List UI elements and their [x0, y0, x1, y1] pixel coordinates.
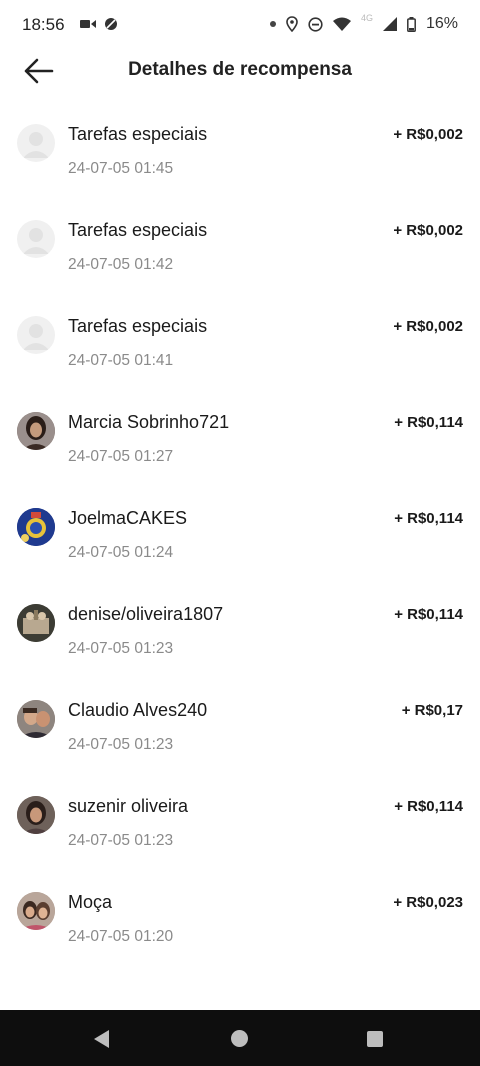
reward-timestamp: 24-07-05 01:20 [68, 928, 174, 945]
reward-source-name: Tarefas especiais [68, 316, 208, 336]
reward-item[interactable]: JoelmaCAKES 24-07-05 01:24 + R$0,114 [0, 484, 480, 580]
reward-amount: + R$0,17 [401, 702, 463, 719]
reward-amount: + R$0,114 [394, 798, 463, 815]
battery-icon [407, 16, 416, 32]
reward-source-name: Tarefas especiais [68, 220, 208, 240]
reward-timestamp: 24-07-05 01:24 [68, 544, 174, 561]
avatar-photo [17, 412, 55, 450]
reward-timestamp: 24-07-05 01:41 [68, 352, 174, 369]
network-type: 4G [360, 13, 373, 23]
signal-icon [382, 17, 397, 31]
status-time: 18:56 [22, 15, 65, 34]
reward-amount: + R$0,002 [393, 126, 463, 143]
video-icon [80, 20, 96, 28]
reward-item[interactable]: denise/oliveira1807 24-07-05 01:23 + R$0… [0, 580, 480, 676]
reward-timestamp: 24-07-05 01:45 [68, 160, 174, 177]
reward-item[interactable]: Tarefas especiais 24-07-05 01:45 + R$0,0… [0, 100, 480, 196]
app-bar: Detalhes de recompensa [0, 50, 480, 92]
reward-item[interactable]: Tarefas especiais 24-07-05 01:41 + R$0,0… [0, 292, 480, 388]
nav-back-icon[interactable] [94, 1030, 109, 1048]
reward-item[interactable]: Claudio Alves240 24-07-05 01:23 + R$0,17 [0, 676, 480, 772]
reward-source-name: Moça [68, 892, 113, 912]
location-icon [286, 16, 298, 32]
reward-timestamp: 24-07-05 01:23 [68, 640, 174, 657]
reward-item[interactable]: Marcia Sobrinho721 24-07-05 01:27 + R$0,… [0, 388, 480, 484]
reward-timestamp: 24-07-05 01:42 [68, 256, 174, 273]
camera-disabled-icon [105, 18, 117, 30]
reward-source-name: Marcia Sobrinho721 [68, 412, 230, 432]
system-nav-bar [0, 1010, 480, 1066]
page-title: Detalhes de recompensa [128, 59, 352, 80]
avatar-photo [17, 604, 55, 642]
avatar-placeholder [17, 220, 55, 258]
avatar-photo [17, 892, 55, 930]
reward-amount: + R$0,114 [394, 510, 463, 527]
nav-recents-icon[interactable] [367, 1031, 383, 1047]
avatar-photo [17, 796, 55, 834]
reward-amount: + R$0,002 [393, 318, 463, 335]
avatar-placeholder [17, 124, 55, 162]
reward-source-name: suzenir oliveira [68, 796, 189, 816]
reward-timestamp: 24-07-05 01:23 [68, 736, 174, 753]
reward-item[interactable]: Moça 24-07-05 01:20 + R$0,023 [0, 868, 480, 964]
reward-source-name: JoelmaCAKES [68, 508, 188, 528]
reward-item[interactable]: Tarefas especiais 24-07-05 01:42 + R$0,0… [0, 196, 480, 292]
reward-amount: + R$0,023 [393, 894, 463, 911]
reward-item[interactable]: suzenir oliveira 24-07-05 01:23 + R$0,11… [0, 772, 480, 868]
reward-source-name: Tarefas especiais [68, 124, 208, 144]
dnd-icon [308, 16, 323, 32]
reward-timestamp: 24-07-05 01:27 [68, 448, 174, 465]
reward-source-name: Claudio Alves240 [68, 700, 208, 720]
avatar-photo [17, 700, 55, 738]
reward-timestamp: 24-07-05 01:23 [68, 832, 174, 849]
battery-percent: 16% [425, 15, 458, 32]
reward-amount: + R$0,002 [393, 222, 463, 239]
nav-home-icon[interactable] [231, 1030, 248, 1047]
reward-source-name: denise/oliveira1807 [68, 604, 224, 624]
reward-amount: + R$0,114 [394, 414, 463, 431]
status-bar: 18:56 4G 16% [0, 0, 480, 50]
wifi-icon [332, 17, 351, 31]
notification-dot-icon [269, 21, 276, 27]
avatar-photo [17, 508, 55, 546]
avatar-placeholder [17, 316, 55, 354]
reward-amount: + R$0,114 [394, 606, 463, 623]
